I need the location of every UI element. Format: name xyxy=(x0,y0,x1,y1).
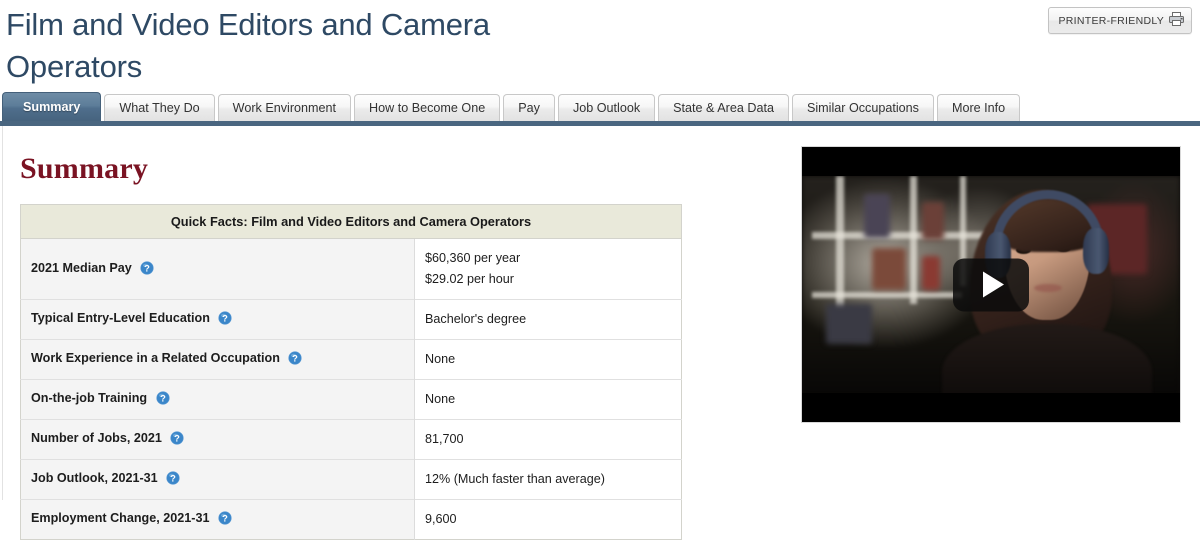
tab-how-to-become-one[interactable]: How to Become One xyxy=(354,94,501,121)
svg-text:?: ? xyxy=(222,512,228,523)
row-label-on-the-job-training: On-the-job Training ? xyxy=(20,379,415,420)
tab-work-environment[interactable]: Work Environment xyxy=(217,94,352,121)
shelf-item xyxy=(826,304,872,344)
quick-facts-table: Quick Facts: Film and Video Editors and … xyxy=(20,204,682,540)
row-label-entry-level-education: Typical Entry-Level Education ? xyxy=(20,299,415,340)
tab-label: More Info xyxy=(951,101,1006,115)
tab-label: How to Become One xyxy=(369,101,486,115)
value-line: None xyxy=(425,352,456,366)
help-question-icon[interactable]: ? xyxy=(288,351,303,368)
tab-state-area-data[interactable]: State & Area Data xyxy=(658,94,789,121)
summary-column: Summary Quick Facts: Film and Video Edit… xyxy=(4,126,786,540)
tab-label: What They Do xyxy=(119,101,200,115)
printer-icon xyxy=(1169,12,1184,29)
quick-facts-body: 2021 Median Pay ? $60,360 per year $29.0… xyxy=(20,238,682,540)
row-label-text: On-the-job Training xyxy=(31,391,148,405)
table-row: Employment Change, 2021-31 ? 9,600 xyxy=(20,499,682,540)
table-row: Typical Entry-Level Education ? Bachelor… xyxy=(20,299,682,340)
tab-label: Work Environment xyxy=(232,101,337,115)
tab-label: Pay xyxy=(518,101,540,115)
tab-label: State & Area Data xyxy=(673,101,774,115)
shoulders xyxy=(942,324,1152,395)
page-header: Film and Video Editors and Camera Operat… xyxy=(0,0,1200,88)
tab-similar-occupations[interactable]: Similar Occupations xyxy=(791,94,934,121)
page-section-heading: Summary xyxy=(20,152,149,185)
svg-text:?: ? xyxy=(170,472,176,483)
shelf-upright xyxy=(910,176,917,304)
row-value-employment-change: 9,600 xyxy=(414,499,682,540)
tab-label: Similar Occupations xyxy=(806,101,919,115)
value-line: $60,360 per year xyxy=(425,251,521,265)
row-label-median-pay: 2021 Median Pay ? xyxy=(20,238,415,300)
value-line: 81,700 xyxy=(425,432,464,446)
tab-summary[interactable]: Summary xyxy=(2,92,102,121)
row-value-entry-level-education: Bachelor's degree xyxy=(414,299,682,340)
tab-label: Job Outlook xyxy=(572,101,641,115)
row-value-number-of-jobs: 81,700 xyxy=(414,419,682,460)
row-label-text: Typical Entry-Level Education xyxy=(31,311,210,325)
help-question-icon[interactable]: ? xyxy=(156,391,170,408)
help-question-icon[interactable]: ? xyxy=(166,471,180,488)
value-line: $29.02 per hour xyxy=(425,272,514,286)
tab-label: Summary xyxy=(23,100,81,114)
play-button[interactable] xyxy=(953,258,1029,311)
row-label-text: Number of Jobs, 2021 xyxy=(31,431,162,445)
shelf-item xyxy=(864,194,890,238)
row-label-text: 2021 Median Pay xyxy=(31,260,132,275)
letterbox-bottom xyxy=(802,393,1180,422)
mouth xyxy=(1034,284,1062,292)
row-label-employment-change: Employment Change, 2021-31 ? xyxy=(20,499,415,540)
row-label-text: Employment Change, 2021-31 xyxy=(31,511,210,525)
row-label-number-of-jobs: Number of Jobs, 2021 ? xyxy=(20,419,415,460)
row-value-on-the-job-training: None xyxy=(414,379,682,420)
svg-text:?: ? xyxy=(175,432,181,443)
tab-bar: Summary What They Do Work Environment Ho… xyxy=(0,92,1200,126)
video-column xyxy=(786,126,1181,500)
help-question-icon[interactable]: ? xyxy=(218,511,232,528)
shelf-item xyxy=(922,202,944,240)
help-question-icon[interactable]: ? xyxy=(170,431,184,448)
table-row: Job Outlook, 2021-31 ? 12% (Much faster … xyxy=(20,459,682,500)
table-row: Work Experience in a Related Occupation … xyxy=(20,339,682,380)
row-value-median-pay: $60,360 per year $29.02 per hour xyxy=(414,238,682,300)
page-title: Film and Video Editors and Camera Operat… xyxy=(6,7,490,84)
value-line: None xyxy=(425,392,456,406)
content-area: Summary Quick Facts: Film and Video Edit… xyxy=(2,126,1200,540)
shelf-board xyxy=(812,292,962,298)
row-value-job-outlook: 12% (Much faster than average) xyxy=(414,459,682,500)
tab-pay[interactable]: Pay xyxy=(503,94,555,121)
letterbox-top xyxy=(802,147,1180,176)
row-label-text: Job Outlook, 2021-31 xyxy=(31,471,158,485)
tab-what-they-do[interactable]: What They Do xyxy=(104,94,215,121)
value-line: 12% (Much faster than average) xyxy=(425,472,605,486)
headphone-earcup xyxy=(1083,228,1109,274)
printer-friendly-button[interactable]: PRINTER-FRIENDLY xyxy=(1048,7,1192,34)
svg-text:?: ? xyxy=(223,312,229,323)
help-question-icon[interactable]: ? xyxy=(140,260,154,278)
table-header-row: Quick Facts: Film and Video Editors and … xyxy=(20,204,682,239)
value-line: Bachelor's degree xyxy=(425,312,527,326)
row-label-text: Work Experience in a Related Occupation xyxy=(31,351,280,365)
table-row: Number of Jobs, 2021 ? 81,700 xyxy=(20,419,682,460)
play-triangle-icon xyxy=(983,271,1004,298)
printer-friendly-label: PRINTER-FRIENDLY xyxy=(1058,14,1164,27)
svg-text:?: ? xyxy=(160,392,166,403)
row-label-job-outlook: Job Outlook, 2021-31 ? xyxy=(20,459,415,500)
row-label-work-experience: Work Experience in a Related Occupation … xyxy=(20,339,415,380)
tab-more-info[interactable]: More Info xyxy=(936,94,1021,121)
shelf-item xyxy=(922,256,940,290)
svg-text:?: ? xyxy=(293,352,299,363)
row-value-work-experience: None xyxy=(414,339,682,380)
quick-facts-caption: Quick Facts: Film and Video Editors and … xyxy=(20,204,682,239)
value-line: 9,600 xyxy=(425,512,457,526)
tab-job-outlook[interactable]: Job Outlook xyxy=(557,94,656,121)
shelf-item xyxy=(872,248,906,290)
video-player[interactable] xyxy=(801,146,1181,423)
table-row: 2021 Median Pay ? $60,360 per year $29.0… xyxy=(20,238,682,300)
svg-text:?: ? xyxy=(144,262,150,273)
help-question-icon[interactable]: ? xyxy=(218,311,233,328)
table-row: On-the-job Training ? None xyxy=(20,379,682,420)
